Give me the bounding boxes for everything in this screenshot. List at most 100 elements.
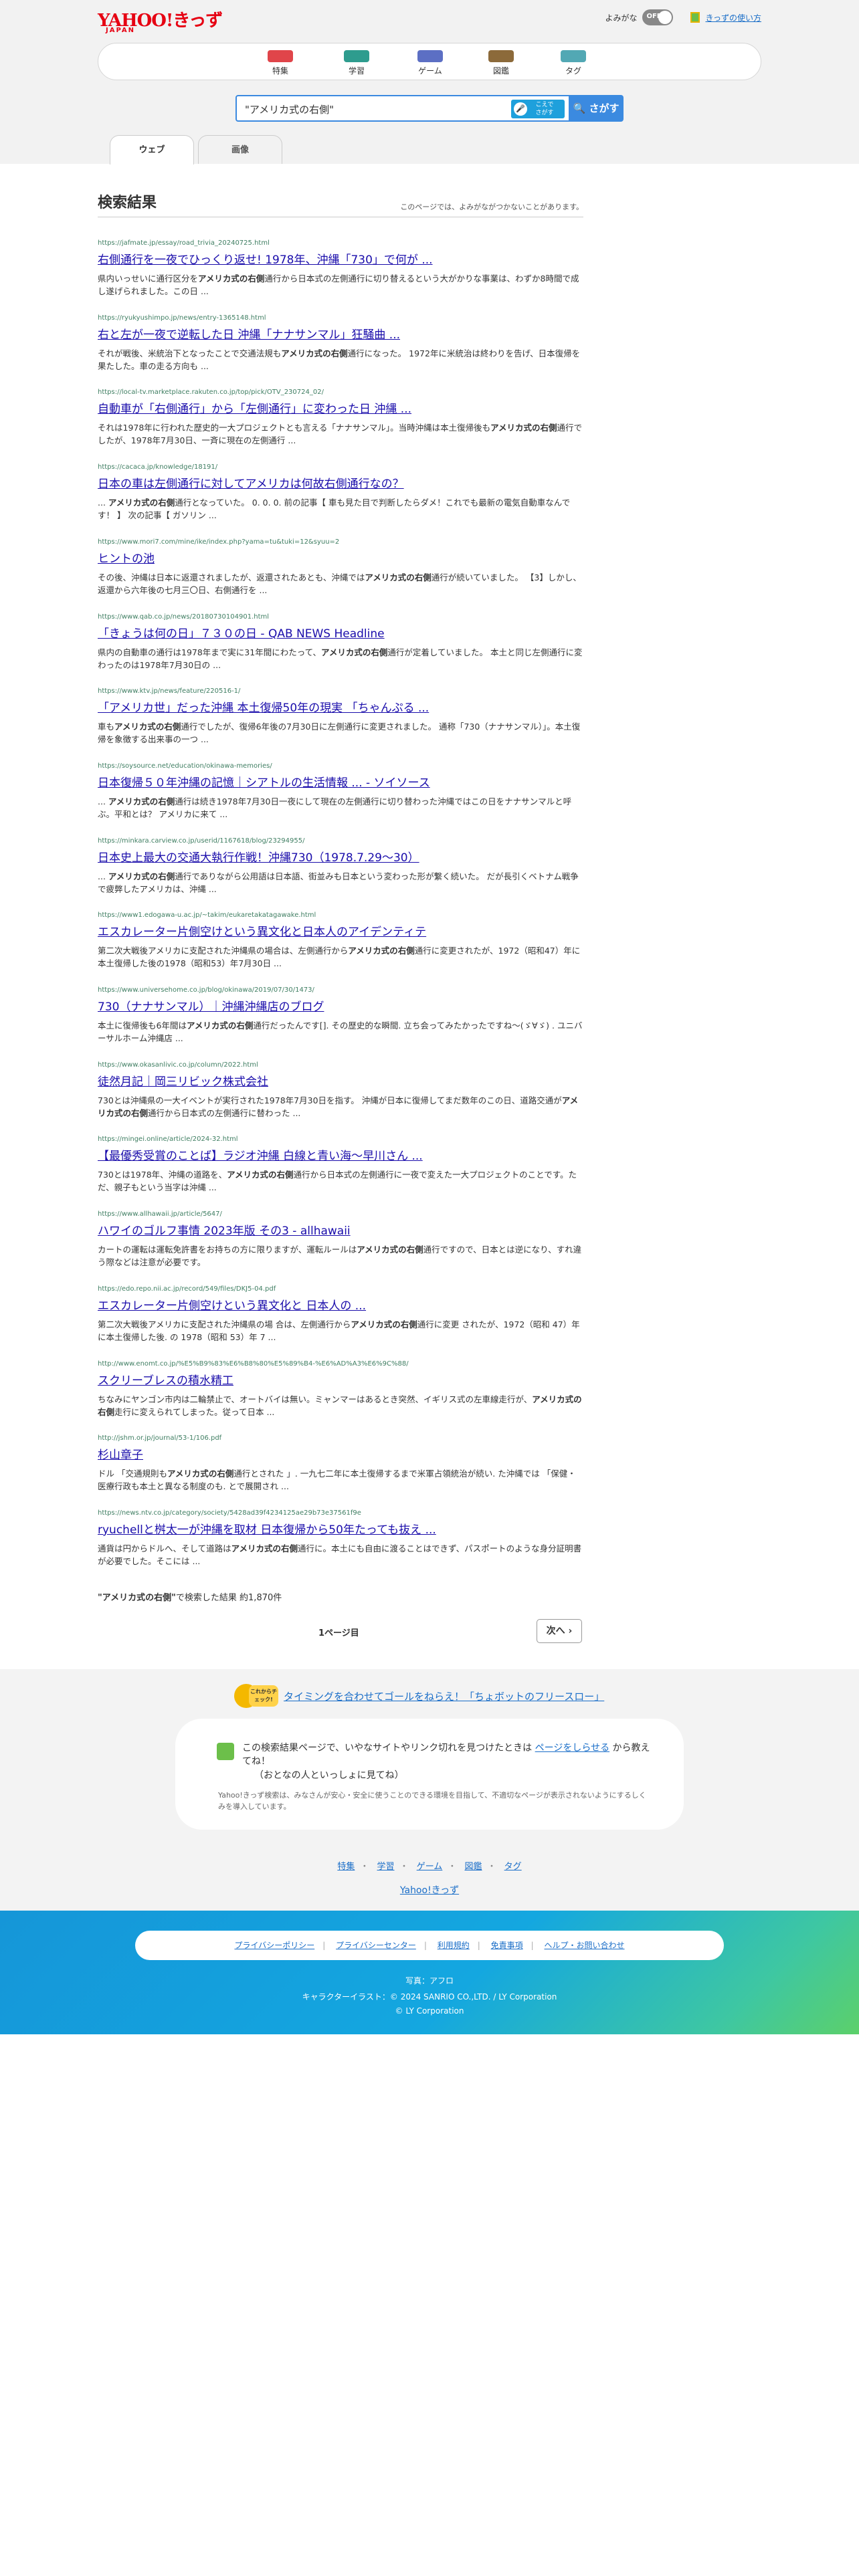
terms-link[interactable]: 利用規約 — [438, 1941, 470, 1950]
search-result: https://www.allhawaii.jp/article/5647/ハワ… — [98, 1210, 583, 1269]
photo-credit: 写真：アフロ — [405, 1976, 454, 1985]
result-url[interactable]: https://www1.edogawa-u.ac.jp/~takim/euka… — [98, 911, 583, 920]
search-input[interactable]: "アメリカ式の右側" 🎤 こえで さがす — [235, 95, 570, 122]
reading-label: よみがな — [605, 13, 638, 23]
nav-item-tag[interactable]: タグ — [547, 50, 600, 76]
nav-label: ゲーム — [418, 66, 442, 76]
report-icon — [217, 1743, 234, 1760]
footer-band — [0, 1911, 859, 2034]
result-url[interactable]: https://jafmate.jp/essay/road_trivia_202… — [98, 239, 583, 248]
result-title-link[interactable]: 杉山章子 — [98, 1447, 583, 1463]
check-badge-icon: これからチェック! — [234, 1684, 278, 1708]
result-title-link[interactable]: 「きょうは何の日」７３０の日 - QAB NEWS Headline — [98, 626, 583, 642]
book-icon — [690, 12, 700, 23]
result-title-link[interactable]: 日本の車は左側通行に対してアメリカは何故右側通行なの？ — [98, 476, 583, 492]
microphone-icon: 🎤 — [514, 102, 527, 116]
search-result: https://ryukyushimpo.jp/news/entry-13651… — [98, 314, 583, 372]
result-title-link[interactable]: 「アメリカ世」だった沖縄 本土復帰50年の現実 「ちゃんぷる ... — [98, 700, 583, 716]
result-url[interactable]: https://news.ntv.co.jp/category/society/… — [98, 1509, 583, 1518]
result-url[interactable]: https://cacaca.jp/knowledge/18191/ — [98, 463, 583, 472]
result-snippet: 通貨は円からドルへ、そして道路はアメリカ式の右側通行に。本土にも自由に渡ることは… — [98, 1543, 582, 1566]
result-title-link[interactable]: スクリーブレスの積水精工 — [98, 1373, 583, 1389]
tab-web[interactable]: ウェブ — [110, 135, 194, 165]
game-icon — [417, 50, 443, 62]
result-title-link[interactable]: ハワイのゴルフ事情 2023年版 その3 - allhawaii — [98, 1223, 583, 1239]
search-button[interactable]: 🔍 さがす — [569, 95, 624, 122]
search-result: https://www.qab.co.jp/news/2018073010490… — [98, 613, 583, 671]
footer-link-tag[interactable]: タグ — [504, 1862, 522, 1872]
promo-link[interactable]: タイミングを合わせてゴールをねらえ！「ちょボットのフリースロー」 — [284, 1689, 604, 1703]
result-snippet: ドル 「交通規則もアメリカ式の右側通行とされた 」. 一九七二年に本土復帰するま… — [98, 1469, 576, 1492]
nav-item-game[interactable]: ゲーム — [403, 50, 457, 76]
reading-toggle[interactable]: OFF — [642, 9, 674, 25]
yahoo-kids-link[interactable]: Yahoo!きっず — [400, 1885, 459, 1896]
result-url[interactable]: https://soysource.net/education/okinawa-… — [98, 762, 583, 771]
result-title-link[interactable]: 自動車が「右側通行」から「左側通行」に変わった日 沖縄 ... — [98, 401, 583, 417]
next-page-button[interactable]: 次へ › — [537, 1619, 582, 1643]
search-result: http://www.enomt.co.jp/%E5%B9%83%E6%B8%8… — [98, 1360, 583, 1418]
result-title-link[interactable]: 徒然月記｜岡三リビック株式会社 — [98, 1074, 583, 1090]
disclaimer-link[interactable]: 免責事項 — [491, 1941, 523, 1950]
result-title-link[interactable]: 日本復帰５０年沖縄の記憶｜シアトルの生活情報 ... - ソイソース — [98, 775, 583, 791]
result-snippet: 車もアメリカ式の右側通行でしたが、復帰6年後の7月30日に左側通行に変更されまし… — [98, 722, 581, 745]
result-title-link[interactable]: 右と左が一夜で逆転した日 沖縄「ナナサンマル」狂騒曲 ... — [98, 327, 583, 343]
character-credit: キャラクターイラスト：© 2024 SANRIO CO.,LTD. / LY C… — [302, 1992, 557, 2002]
report-text-start: この検索結果ページで、いやなサイトやリンク切れを見つけたときは — [242, 1743, 533, 1753]
result-url[interactable]: https://www.universehome.co.jp/blog/okin… — [98, 986, 583, 995]
result-snippet: カートの運転は運転免許書をお持ちの方に限りますが、運転ルールはアメリカ式の右側通… — [98, 1245, 582, 1268]
nav-item-feature[interactable]: 特集 — [254, 50, 307, 76]
footer-link-feature[interactable]: 特集 — [337, 1862, 355, 1872]
yahoo-kids-logo[interactable]: YAHOO!きっず JAPAN — [98, 7, 223, 36]
results-title: 検索結果 — [98, 195, 157, 211]
result-title-link[interactable]: 【最優秀受賞のことば】ラジオ沖縄 白線と青い海〜早川さん ... — [98, 1148, 583, 1164]
search-result: http://jshm.or.jp/journal/53-1/106.pdf 杉山… — [98, 1434, 583, 1493]
result-url[interactable]: https://www.okasanlivic.co.jp/column/202… — [98, 1061, 583, 1070]
result-count: "アメリカ式の右側"で検索した結果 約1,870件 — [98, 1590, 282, 1603]
help-link[interactable]: ヘルプ・お問い合わせ — [545, 1941, 625, 1950]
result-title-link[interactable]: エスカレーター片側空けという異文化と 日本人の ... — [98, 1298, 583, 1314]
result-url[interactable]: https://www.ktv.jp/news/feature/220516-1… — [98, 687, 583, 696]
search-result: https://jafmate.jp/essay/road_trivia_202… — [98, 239, 583, 298]
result-url[interactable]: http://www.enomt.co.jp/%E5%B9%83%E6%B8%8… — [98, 1360, 583, 1369]
footer-link-study[interactable]: 学習 — [377, 1862, 395, 1872]
result-url[interactable]: https://www.qab.co.jp/news/2018073010490… — [98, 613, 583, 622]
result-url[interactable]: http://jshm.or.jp/journal/53-1/106.pdf — [98, 1434, 583, 1443]
search-result: https://cacaca.jp/knowledge/18191/日本の車は左… — [98, 463, 583, 522]
result-title-link[interactable]: ryuchellと桝太一が沖縄を取材 日本復帰から50年たっても抜え ... — [98, 1522, 583, 1538]
search-query: "アメリカ式の右側" — [245, 104, 335, 116]
nav-item-zukan[interactable]: 図鑑 — [474, 50, 528, 76]
footer-link-zukan[interactable]: 図鑑 — [464, 1862, 482, 1872]
tab-images[interactable]: 画像 — [198, 135, 282, 164]
result-snippet: 730とは1978年、沖縄の道路を、アメリカ式の右側通行から日本式の左側通行に一… — [98, 1170, 577, 1193]
guide-link-wrap: きっずの使い方 — [690, 12, 761, 23]
nav-item-study[interactable]: 学習 — [330, 50, 383, 76]
result-url[interactable]: https://www.allhawaii.jp/article/5647/ — [98, 1210, 583, 1219]
guide-link[interactable]: きっずの使い方 — [705, 12, 761, 23]
search-icon: 🔍 — [573, 102, 586, 114]
search-result: https://mingei.online/article/2024-32.ht… — [98, 1135, 583, 1194]
voice-search-button[interactable]: 🎤 こえで さがす — [511, 100, 565, 118]
result-url[interactable]: https://mingei.online/article/2024-32.ht… — [98, 1135, 583, 1144]
search-result: https://news.ntv.co.jp/category/society/… — [98, 1509, 583, 1568]
result-title-link[interactable]: ヒントの池 — [98, 551, 583, 567]
results-header: 検索結果 このページでは、よみがながつかないことがあります。 — [98, 191, 583, 217]
result-title-link[interactable]: エスカレーター片側空けという異文化と日本人のアイデンティテ — [98, 924, 583, 940]
result-url[interactable]: https://local-tv.marketplace.rakuten.co.… — [98, 388, 583, 397]
promo-badge: これからチェック! — [249, 1685, 278, 1707]
result-title-link[interactable]: 日本史上最大の交通大執行作戦！沖縄730（1978.7.29〜30） — [98, 850, 583, 866]
result-title-link[interactable]: 730（ナナサンマル）｜沖縄沖縄店のブログ — [98, 999, 583, 1015]
page-header: YAHOO!きっず JAPAN よみがな OFF きっずの使い方 特集 学習 ゲ… — [0, 0, 859, 165]
privacy-center-link[interactable]: プライバシーセンター — [336, 1941, 416, 1950]
feature-icon — [268, 50, 293, 62]
result-url[interactable]: https://edo.repo.nii.ac.jp/record/549/fi… — [98, 1285, 583, 1294]
result-title-link[interactable]: 右側通行を一夜でひっくり返せ! 1978年、沖縄「730」で何が ... — [98, 252, 583, 268]
result-url[interactable]: https://www.mori7.com/mine/ike/index.php… — [98, 538, 583, 547]
footer-link-game[interactable]: ゲーム — [417, 1862, 443, 1872]
report-page-link[interactable]: ページをしらせる — [535, 1743, 609, 1753]
result-url[interactable]: https://ryukyushimpo.jp/news/entry-13651… — [98, 314, 583, 323]
voice-label: こえで さがす — [535, 102, 554, 116]
privacy-policy-link[interactable]: プライバシーポリシー — [234, 1941, 314, 1950]
result-snippet: ちなみにヤンゴン市内は二輪禁止で、オートバイは無い。ミャンマーはあるとき突然、イ… — [98, 1394, 582, 1417]
result-url[interactable]: https://minkara.carview.co.jp/userid/116… — [98, 837, 583, 846]
category-nav: 特集 学習 ゲーム 図鑑 タグ — [98, 43, 761, 80]
